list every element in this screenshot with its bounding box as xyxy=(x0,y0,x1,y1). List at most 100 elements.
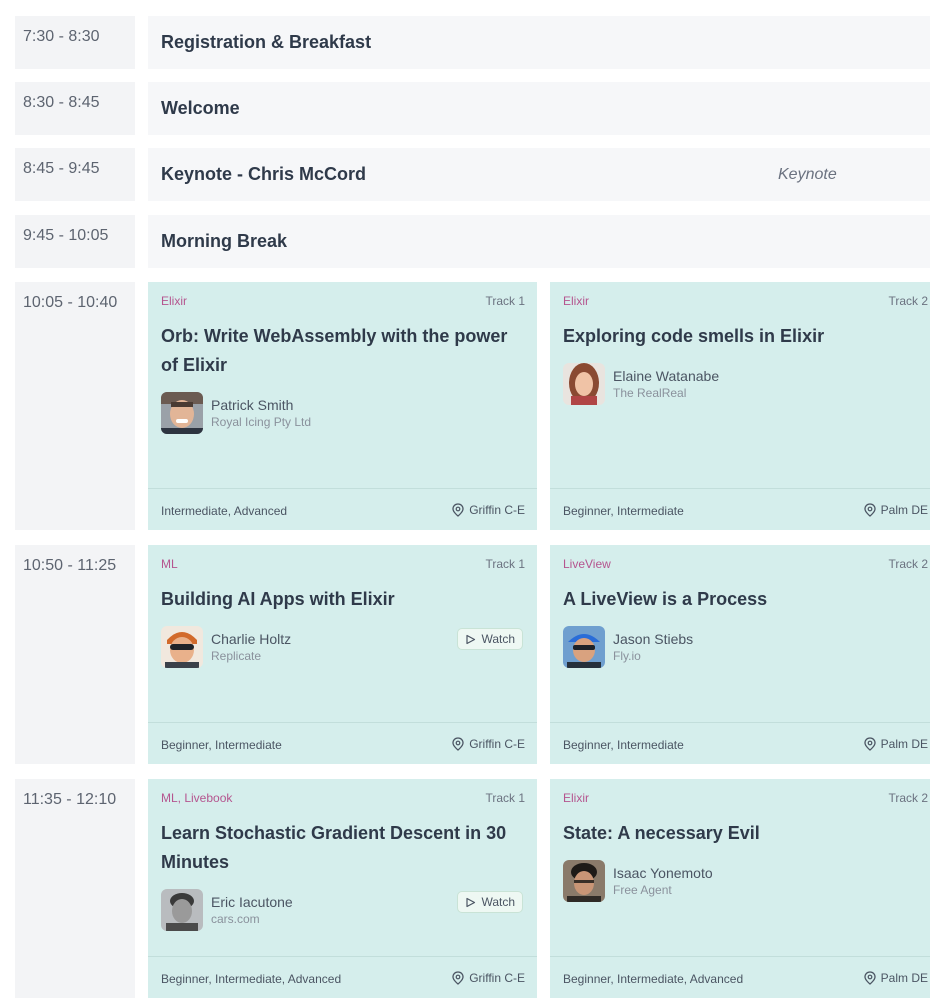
schedule-event[interactable]: Morning Break xyxy=(148,215,930,268)
location-pin-icon xyxy=(864,971,876,985)
talk-levels: Intermediate, Advanced xyxy=(161,504,288,518)
schedule-event[interactable]: Registration & Breakfast xyxy=(148,16,930,69)
speaker[interactable]: Jason Stiebs Fly.io xyxy=(563,626,693,668)
location-pin-icon xyxy=(452,503,464,517)
speaker[interactable]: Isaac Yonemoto Free Agent xyxy=(563,860,713,902)
location-pin-icon xyxy=(452,737,464,751)
watch-button[interactable]: Watch xyxy=(457,628,523,650)
time-slot: 8:30 - 8:45 xyxy=(15,82,135,135)
talk-title[interactable]: Orb: Write WebAssembly with the power of… xyxy=(161,322,521,380)
event-title: Welcome xyxy=(161,98,240,118)
talk-title[interactable]: Exploring code smells in Elixir xyxy=(563,322,923,351)
card-divider xyxy=(148,956,537,957)
room-name: Griffin C-E xyxy=(469,737,525,751)
talk-room: Griffin C-E xyxy=(452,737,525,751)
talk-card[interactable]: Elixir Track 2 State: A necessary Evil I… xyxy=(550,779,930,998)
avatar xyxy=(563,626,605,668)
room-name: Griffin C-E xyxy=(469,503,525,517)
talk-track: Track 1 xyxy=(485,557,525,571)
talk-track: Track 2 xyxy=(888,557,928,571)
speaker[interactable]: Patrick Smith Royal Icing Pty Ltd xyxy=(161,392,311,434)
talk-room: Palm DE xyxy=(864,503,928,517)
talk-title[interactable]: Learn Stochastic Gradient Descent in 30 … xyxy=(161,819,521,877)
event-title: Registration & Breakfast xyxy=(161,32,372,52)
room-name: Griffin C-E xyxy=(469,971,525,985)
talk-card[interactable]: ML Track 1 Building AI Apps with Elixir … xyxy=(148,545,537,764)
speaker-org: Fly.io xyxy=(613,649,641,663)
room-name: Palm DE xyxy=(880,503,928,517)
time-slot: 7:30 - 8:30 xyxy=(15,16,135,69)
time-slot: 8:45 - 9:45 xyxy=(15,148,135,201)
avatar xyxy=(161,626,203,668)
talk-topic: ML xyxy=(161,557,178,571)
card-divider xyxy=(148,488,537,489)
speaker-name: Jason Stiebs xyxy=(613,631,694,647)
play-icon xyxy=(466,897,476,907)
room-name: Palm DE xyxy=(880,971,928,985)
speaker-org: The RealReal xyxy=(613,386,687,400)
talk-track: Track 2 xyxy=(888,294,928,308)
talk-topic: Elixir xyxy=(563,791,589,805)
location-pin-icon xyxy=(864,503,876,517)
talk-room: Palm DE xyxy=(864,737,928,751)
talk-track: Track 2 xyxy=(888,791,928,805)
talk-card[interactable]: Elixir Track 2 Exploring code smells in … xyxy=(550,282,930,530)
speaker[interactable]: Charlie Holtz Replicate xyxy=(161,626,291,668)
talk-room: Griffin C-E xyxy=(452,971,525,985)
room-name: Palm DE xyxy=(880,737,928,751)
talk-levels: Beginner, Intermediate xyxy=(563,738,684,752)
talk-topic: Elixir xyxy=(161,294,187,308)
talk-levels: Beginner, Intermediate xyxy=(161,738,282,752)
speaker-name: Eric Iacutone xyxy=(211,894,293,910)
talk-title[interactable]: State: A necessary Evil xyxy=(563,819,923,848)
avatar xyxy=(161,392,203,434)
talk-topic: Elixir xyxy=(563,294,589,308)
watch-button[interactable]: Watch xyxy=(457,891,523,913)
event-title: Morning Break xyxy=(161,231,288,251)
speaker-name: Patrick Smith xyxy=(211,397,294,413)
speaker-name: Charlie Holtz xyxy=(211,631,292,647)
time-slot: 11:35 - 12:10 xyxy=(15,779,135,998)
speaker-org: Replicate xyxy=(211,649,262,663)
talk-levels: Beginner, Intermediate, Advanced xyxy=(563,972,744,986)
talk-card[interactable]: Elixir Track 1 Orb: Write WebAssembly wi… xyxy=(148,282,537,530)
talk-track: Track 1 xyxy=(485,791,525,805)
event-type-tag: Keynote xyxy=(778,165,837,183)
card-divider xyxy=(550,722,930,723)
time-slot: 10:50 - 11:25 xyxy=(15,545,135,764)
card-divider xyxy=(148,722,537,723)
location-pin-icon xyxy=(864,737,876,751)
event-title: Keynote - Chris McCord xyxy=(161,164,367,184)
speaker-org: Free Agent xyxy=(613,883,672,897)
talk-topic: ML, Livebook xyxy=(161,791,233,805)
card-divider xyxy=(550,488,930,489)
talk-card[interactable]: ML, Livebook Track 1 Learn Stochastic Gr… xyxy=(148,779,537,998)
speaker-name: Isaac Yonemoto xyxy=(613,865,713,881)
speaker[interactable]: Eric Iacutone cars.com xyxy=(161,889,293,931)
talk-title[interactable]: Building AI Apps with Elixir xyxy=(161,585,521,614)
speaker-org: Royal Icing Pty Ltd xyxy=(211,415,312,429)
card-divider xyxy=(550,956,930,957)
time-slot: 10:05 - 10:40 xyxy=(15,282,135,530)
talk-room: Palm DE xyxy=(864,971,928,985)
avatar xyxy=(161,889,203,931)
talk-track: Track 1 xyxy=(485,294,525,308)
speaker[interactable]: Elaine Watanabe The RealReal xyxy=(563,363,719,405)
schedule-event[interactable]: Welcome xyxy=(148,82,930,135)
play-icon xyxy=(466,634,476,644)
watch-label: Watch xyxy=(481,895,515,909)
talk-title[interactable]: A LiveView is a Process xyxy=(563,585,923,614)
talk-card[interactable]: LiveView Track 2 A LiveView is a Process… xyxy=(550,545,930,764)
talk-topic: LiveView xyxy=(563,557,611,571)
location-pin-icon xyxy=(452,971,464,985)
schedule-event[interactable]: Keynote - Chris McCord Keynote xyxy=(148,148,930,201)
talk-levels: Beginner, Intermediate xyxy=(563,504,684,518)
talk-levels: Beginner, Intermediate, Advanced xyxy=(161,972,342,986)
avatar xyxy=(563,363,605,405)
speaker-org: cars.com xyxy=(211,912,260,926)
talk-room: Griffin C-E xyxy=(452,503,525,517)
time-slot: 9:45 - 10:05 xyxy=(15,215,135,268)
speaker-name: Elaine Watanabe xyxy=(613,368,720,384)
watch-label: Watch xyxy=(481,632,515,646)
avatar xyxy=(563,860,605,902)
